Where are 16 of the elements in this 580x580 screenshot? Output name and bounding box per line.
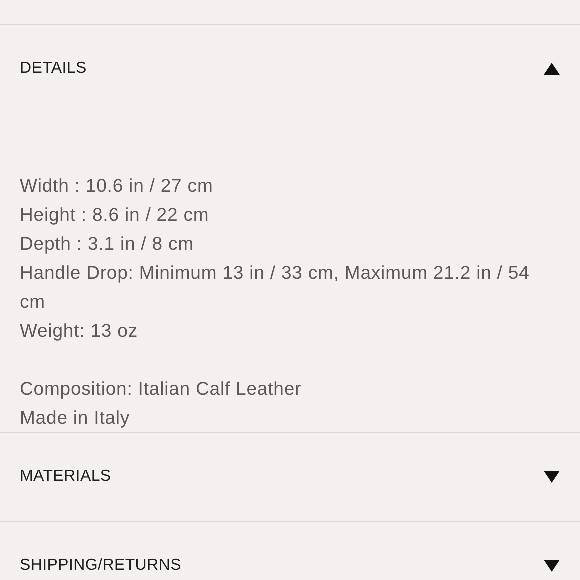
accordion-header[interactable]: MATERIALS (0, 433, 580, 521)
detail-text: Width : 10.6 in / 27 cm (20, 174, 214, 198)
section-title: SHIPPING/RETURNS (20, 557, 182, 575)
detail-text: Handle Drop: Minimum 13 in / 33 cm, Maximum 21.2 in / 54 cm (20, 261, 531, 314)
accordion-header[interactable]: DETAILS (0, 25, 580, 113)
section-title: MATERIALS (20, 468, 112, 486)
detail-text: Depth : 3.1 in / 8 cm (20, 232, 195, 256)
accordion-header[interactable]: SHIPPING/RETURNS (0, 522, 580, 580)
expand-icon[interactable] (544, 471, 560, 483)
expand-icon[interactable] (544, 560, 560, 572)
detail-text: Weight: 13 oz (20, 319, 139, 343)
detail-text: Composition: Italian Calf Leather (20, 377, 303, 401)
collapse-icon[interactable] (544, 63, 560, 75)
detail-text: Made in Italy (20, 406, 132, 430)
section-title: DETAILS (20, 60, 87, 78)
detail-text: Height : 8.6 in / 22 cm (20, 203, 210, 227)
